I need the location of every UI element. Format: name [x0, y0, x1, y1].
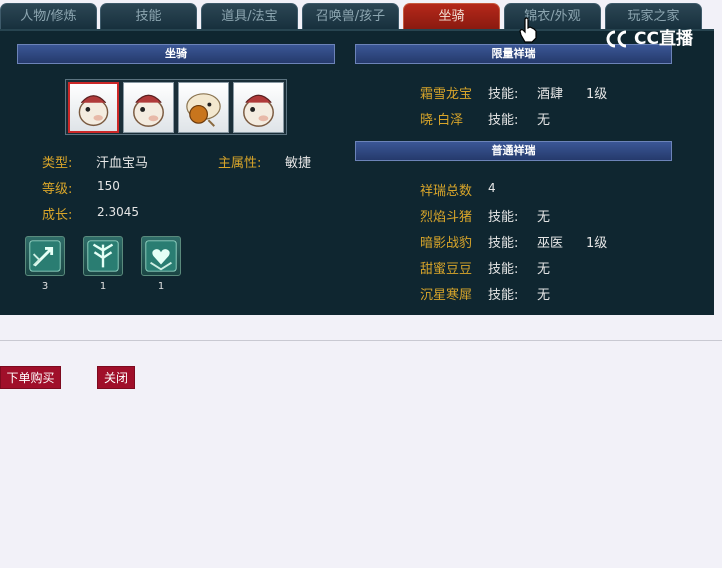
- skill-arrow-icon: [29, 240, 61, 272]
- limited-skill-2: 无: [537, 113, 551, 128]
- tab-mount[interactable]: 坐骑: [403, 3, 500, 29]
- watermark-logo: CC直播: [604, 26, 693, 52]
- hand-cursor-icon: [519, 17, 537, 43]
- normal-name-1: 烈焰斗猪: [420, 210, 473, 225]
- sheep-mount-icon: [186, 93, 221, 127]
- watermark-text: CC直播: [634, 29, 693, 49]
- total-value: 4: [488, 181, 496, 195]
- mount-section-header: 坐骑: [17, 44, 335, 64]
- normal-level-2: 1级: [586, 236, 608, 251]
- skill-count-2: 1: [99, 281, 107, 292]
- tab-pets[interactable]: 召唤兽/孩子: [302, 3, 399, 29]
- limited-level-1: 1级: [586, 87, 608, 102]
- normal-skill-label-2: 技能:: [488, 236, 519, 251]
- skill-wing-icon: [87, 240, 119, 272]
- limited-skill-label-2: 技能:: [488, 113, 519, 128]
- normal-skill-label-4: 技能:: [488, 288, 519, 303]
- normal-skill-4: 无: [537, 288, 551, 303]
- tab-skills[interactable]: 技能: [100, 3, 197, 29]
- limited-skill-1: 酒肆: [537, 87, 564, 102]
- white-horse-icon: [78, 95, 109, 127]
- separator: [0, 340, 722, 341]
- limited-name-2: 晓·白泽: [420, 113, 464, 128]
- type-value: 汗血宝马: [96, 156, 149, 171]
- mount-slot-2[interactable]: [123, 82, 174, 133]
- normal-skill-label-3: 技能:: [488, 262, 519, 277]
- cc-logo-icon: [606, 30, 627, 48]
- skill-heart-icon: [145, 240, 177, 272]
- game-window: 人物/修炼 技能 道具/法宝 召唤兽/孩子 坐骑 锦衣/外观 玩家之家 坐骑 类…: [0, 0, 722, 568]
- white-horse-icon: [133, 94, 164, 127]
- total-label: 祥瑞总数: [420, 184, 473, 199]
- growth-label: 成长:: [42, 208, 73, 223]
- normal-skill-2: 巫医: [537, 236, 564, 251]
- mount-slot-4[interactable]: [233, 82, 284, 133]
- limited-skill-label-1: 技能:: [488, 87, 519, 102]
- growth-value: 2.3045: [97, 205, 139, 219]
- tab-character[interactable]: 人物/修炼: [0, 3, 97, 29]
- mount-slot-1[interactable]: [68, 82, 119, 133]
- skill-count-1: 3: [41, 281, 49, 292]
- level-label: 等级:: [42, 182, 73, 197]
- main-attr-value: 敏捷: [285, 156, 312, 171]
- mount-skill-1[interactable]: [25, 236, 65, 276]
- normal-skill-label-1: 技能:: [488, 210, 519, 225]
- tab-items[interactable]: 道具/法宝: [201, 3, 298, 29]
- limited-name-1: 霜雪龙宝: [420, 87, 473, 102]
- mount-icon-strip: [65, 79, 287, 135]
- normal-section-header: 普通祥瑞: [355, 141, 672, 161]
- normal-name-3: 甜蜜豆豆: [420, 262, 473, 277]
- skill-count-3: 1: [157, 281, 165, 292]
- level-value: 150: [97, 179, 120, 193]
- mount-panel: 坐骑 类型: 汗血宝马 主属性: 敏捷 等级: 150 成长: 2.3045 3…: [0, 29, 714, 315]
- main-attr-label: 主属性:: [218, 156, 262, 171]
- mount-skill-2[interactable]: [83, 236, 123, 276]
- white-horse-icon: [243, 94, 274, 127]
- normal-skill-3: 无: [537, 262, 551, 277]
- mount-skill-3[interactable]: [141, 236, 181, 276]
- normal-skill-1: 无: [537, 210, 551, 225]
- type-label: 类型:: [42, 156, 73, 171]
- normal-name-4: 沉星寒犀: [420, 288, 473, 303]
- buy-button[interactable]: 下单购买: [0, 366, 61, 389]
- mount-slot-3[interactable]: [178, 82, 229, 133]
- close-button[interactable]: 关闭: [97, 366, 135, 389]
- normal-name-2: 暗影战豹: [420, 236, 473, 251]
